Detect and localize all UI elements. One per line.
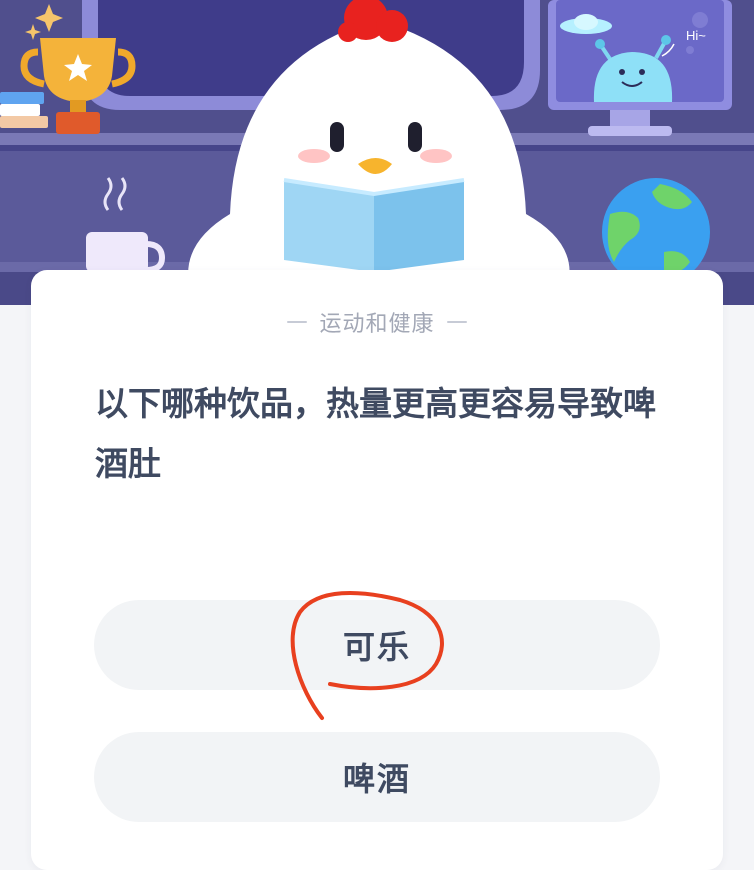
- question-text: 以下哪种饮品，热量更高更容易导致啤酒肚: [95, 384, 656, 483]
- quiz-category: 运动和健康: [31, 306, 723, 338]
- category-right-dash: [446, 321, 467, 323]
- category-label: 运动和健康: [319, 312, 435, 337]
- option-button-2[interactable]: 啤酒: [94, 732, 660, 822]
- category-left-dash: [287, 321, 308, 323]
- option-label: 啤酒: [342, 760, 411, 798]
- option-button-1[interactable]: 可乐: [94, 600, 660, 690]
- option-label: 可乐: [342, 628, 411, 666]
- quiz-card: 运动和健康 以下哪种饮品，热量更高更容易导致啤酒肚 可乐 啤酒: [31, 270, 723, 870]
- header-illustration: Hi~: [0, 0, 754, 305]
- monitor-greeting: Hi~: [686, 28, 706, 43]
